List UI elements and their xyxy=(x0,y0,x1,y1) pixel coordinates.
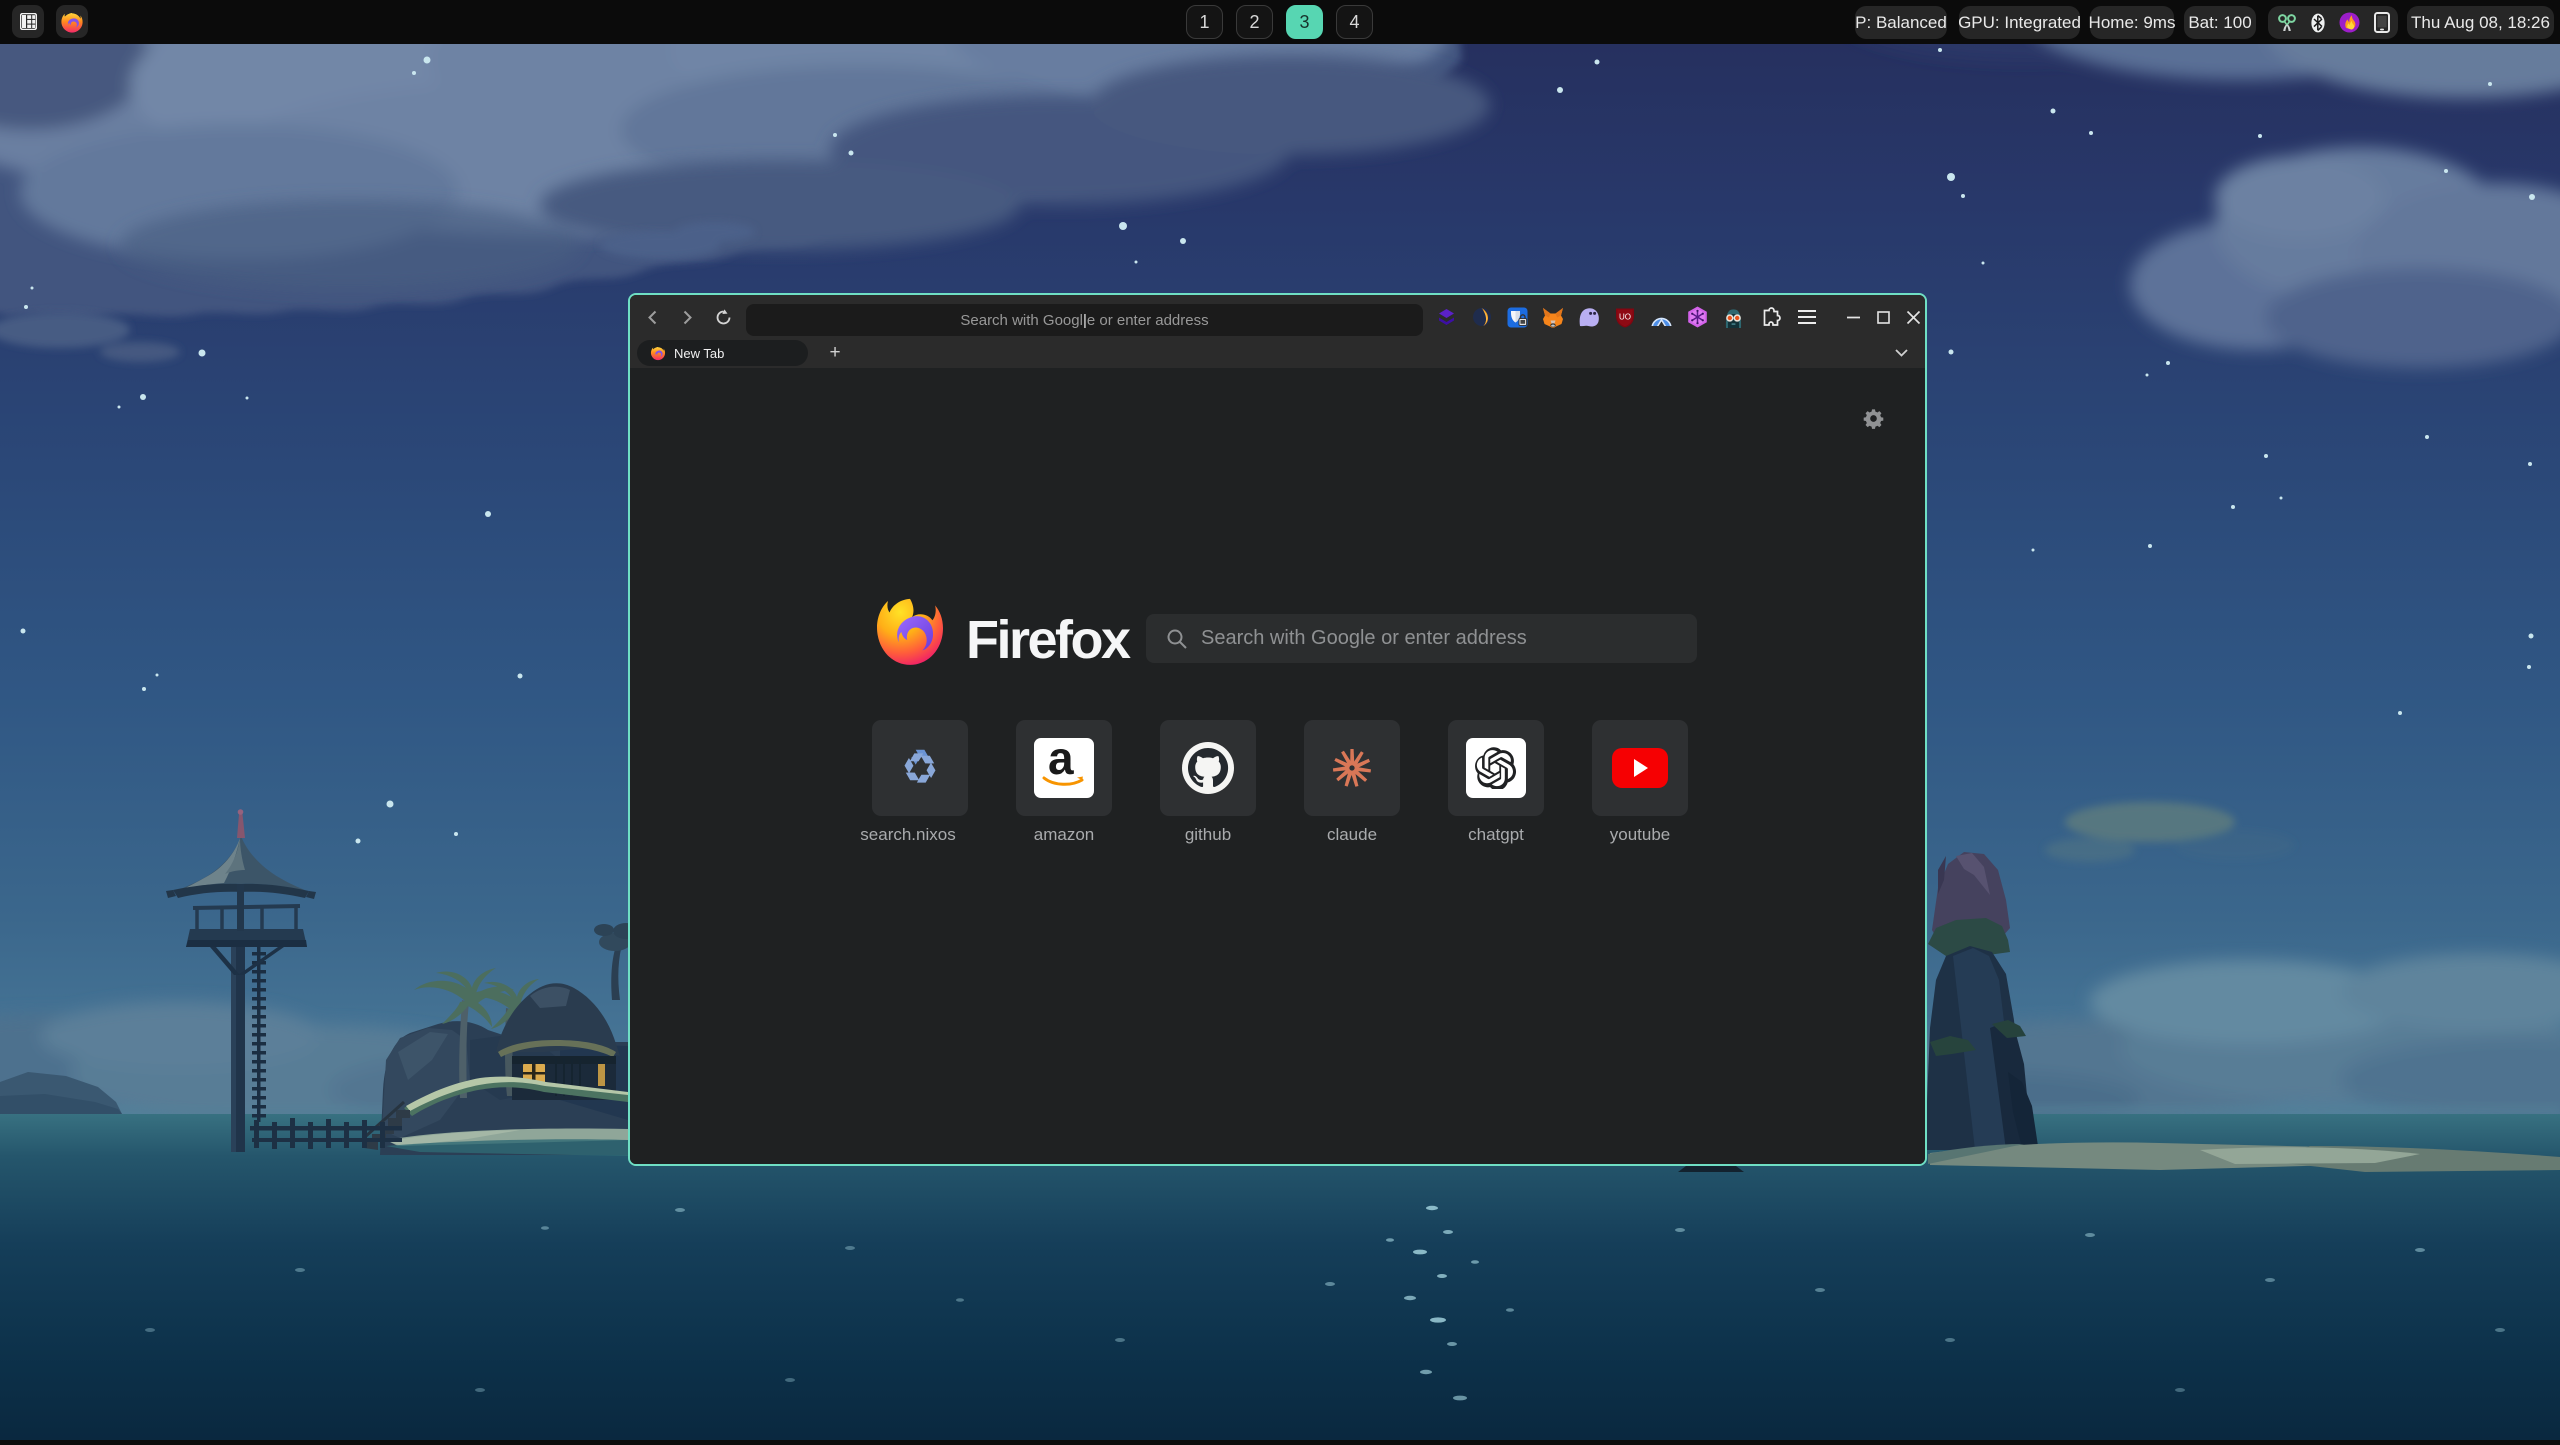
svg-text:UO: UO xyxy=(1619,312,1631,321)
